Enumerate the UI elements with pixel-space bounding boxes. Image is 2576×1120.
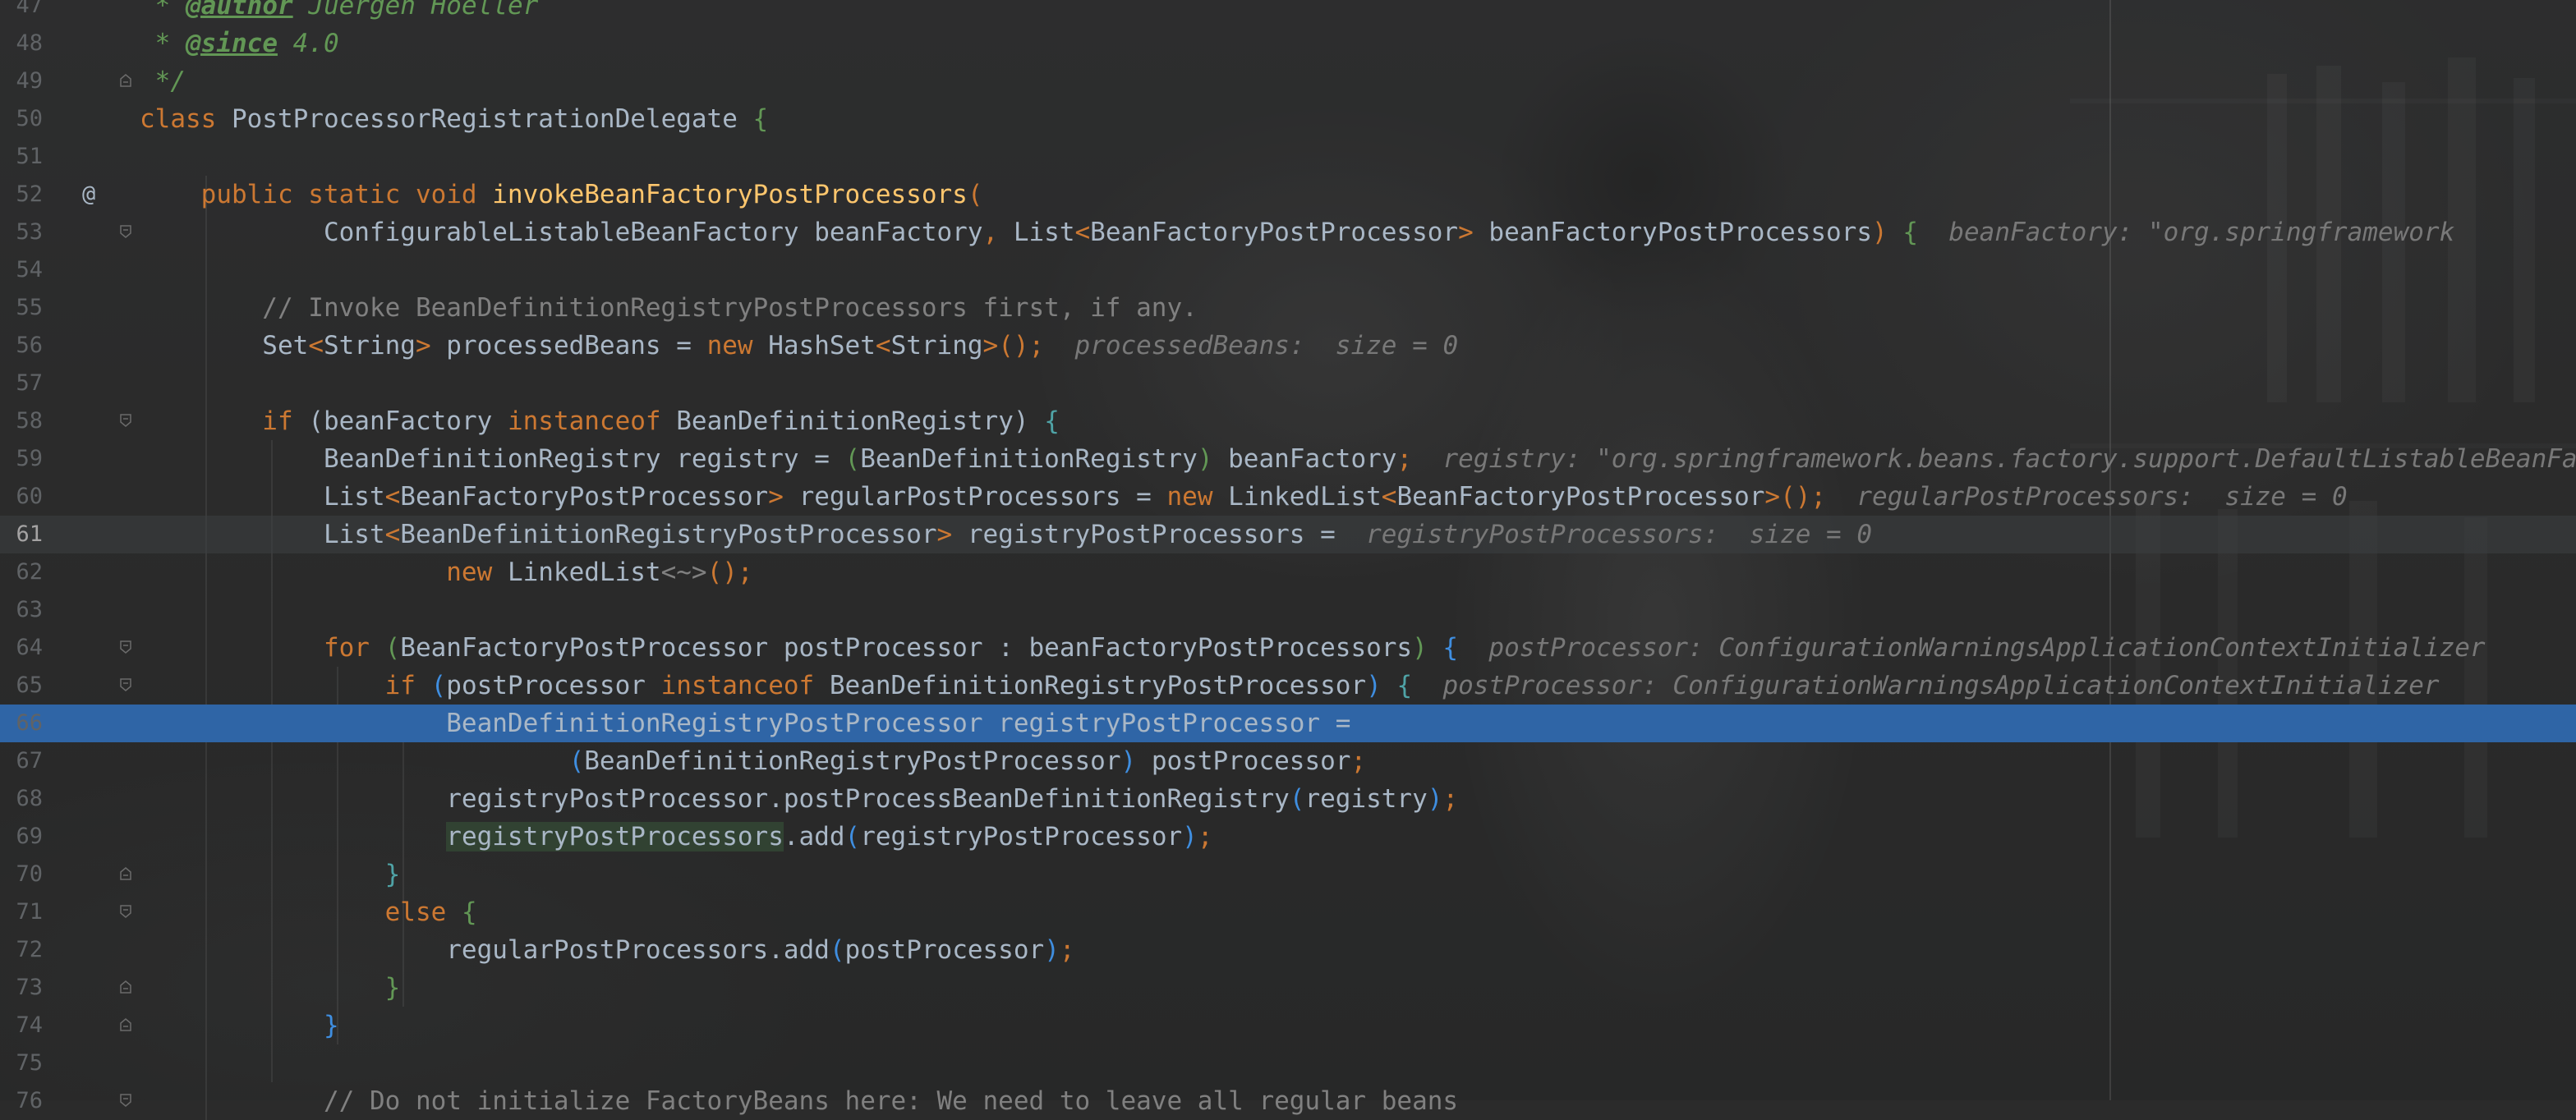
line-number[interactable]: 53 xyxy=(0,213,43,251)
line-number[interactable]: 55 xyxy=(0,289,43,327)
line-number[interactable]: 47 xyxy=(0,0,43,25)
line-number[interactable]: 49 xyxy=(0,62,43,100)
code-line-57[interactable]: 57 xyxy=(0,365,2576,402)
code-text[interactable]: Set<String> processedBeans = new HashSet… xyxy=(140,327,1458,365)
line-number[interactable]: 66 xyxy=(0,705,43,742)
code-text[interactable]: public static void invokeBeanFactoryPost… xyxy=(140,176,983,213)
line-number[interactable]: 65 xyxy=(0,667,43,705)
code-line-67[interactable]: 67 (BeanDefinitionRegistryPostProcessor)… xyxy=(0,742,2576,780)
code-text[interactable]: // Invoke BeanDefinitionRegistryPostProc… xyxy=(140,289,1198,327)
code-text[interactable]: List<BeanFactoryPostProcessor> regularPo… xyxy=(140,478,2348,516)
code-line-64[interactable]: 64 for (BeanFactoryPostProcessor postPro… xyxy=(0,629,2576,667)
line-number[interactable]: 74 xyxy=(0,1007,43,1044)
code-line-62[interactable]: 62 new LinkedList<~>(); xyxy=(0,553,2576,591)
code-text[interactable]: ConfigurableListableBeanFactory beanFact… xyxy=(140,213,2454,251)
line-number[interactable]: 50 xyxy=(0,100,43,138)
line-number[interactable]: 48 xyxy=(0,25,43,62)
line-number[interactable]: 51 xyxy=(0,138,43,176)
code-text[interactable]: */ xyxy=(140,62,186,100)
code-text[interactable]: registryPostProcessor.postProcessBeanDef… xyxy=(140,780,1458,818)
line-number[interactable]: 54 xyxy=(0,251,43,289)
override-marker-icon[interactable]: @ xyxy=(82,176,95,213)
line-number[interactable]: 70 xyxy=(0,856,43,893)
line-number[interactable]: 60 xyxy=(0,478,43,516)
code-text[interactable]: if (beanFactory instanceof BeanDefinitio… xyxy=(140,402,1060,440)
code-text[interactable]: class PostProcessorRegistrationDelegate … xyxy=(140,100,768,138)
code-text[interactable]: } xyxy=(140,856,401,893)
code-line-53[interactable]: 53 ConfigurableListableBeanFactory beanF… xyxy=(0,213,2576,251)
line-number[interactable]: 72 xyxy=(0,931,43,969)
line-number[interactable]: 58 xyxy=(0,402,43,440)
fold-icon[interactable] xyxy=(120,678,131,691)
line-number[interactable]: 76 xyxy=(0,1082,43,1120)
code-line-50[interactable]: 50 class PostProcessorRegistrationDelegat… xyxy=(0,100,2576,138)
code-text[interactable]: } xyxy=(140,969,401,1007)
code-text[interactable]: (BeanDefinitionRegistryPostProcessor) po… xyxy=(140,742,1367,780)
code-line-56[interactable]: 56 Set<String> processedBeans = new Hash… xyxy=(0,327,2576,365)
code-line-66[interactable]: 66 BeanDefinitionRegistryPostProcessor r… xyxy=(0,705,2576,742)
line-number[interactable]: 59 xyxy=(0,440,43,478)
line-number[interactable]: 64 xyxy=(0,629,43,667)
fold-icon[interactable] xyxy=(120,1094,131,1107)
line-number[interactable]: 68 xyxy=(0,780,43,818)
code-line-71[interactable]: 71 else { xyxy=(0,893,2576,931)
code-line-63[interactable]: 63 xyxy=(0,591,2576,629)
code-line-72[interactable]: 72 regularPostProcessors.add(postProcess… xyxy=(0,931,2576,969)
line-number[interactable]: 62 xyxy=(0,553,43,591)
fold-icon[interactable] xyxy=(120,414,131,427)
fold-icon[interactable] xyxy=(120,980,131,994)
code-text[interactable]: for (BeanFactoryPostProcessor postProces… xyxy=(140,629,2486,667)
code-text[interactable]: List<BeanDefinitionRegistryPostProcessor… xyxy=(140,516,1872,553)
code-line-69[interactable]: 69 registryPostProcessors.add(registryPo… xyxy=(0,818,2576,856)
code-text[interactable]: // Do not initialize FactoryBeans here: … xyxy=(140,1082,1458,1120)
fold-icon[interactable] xyxy=(120,905,131,918)
code-text[interactable]: * @since 4.0 xyxy=(140,25,339,62)
fold-icon[interactable] xyxy=(120,225,131,238)
code-line-54[interactable]: 54 xyxy=(0,251,2576,289)
line-number[interactable]: 63 xyxy=(0,591,43,629)
code-line-74[interactable]: 74 } xyxy=(0,1007,2576,1044)
code-line-55[interactable]: 55 // Invoke BeanDefinitionRegistryPostP… xyxy=(0,289,2576,327)
line-number[interactable]: 67 xyxy=(0,742,43,780)
code-line-52[interactable]: 52 @ public static void invokeBeanFactory… xyxy=(0,176,2576,213)
code-line-65[interactable]: 65 if (postProcessor instanceof BeanDefi… xyxy=(0,667,2576,705)
code-line-49[interactable]: 49 */ xyxy=(0,62,2576,100)
line-number[interactable]: 73 xyxy=(0,969,43,1007)
line-number[interactable]: 71 xyxy=(0,893,43,931)
line-number[interactable]: 61 xyxy=(0,516,43,553)
line-number[interactable]: 75 xyxy=(0,1044,43,1082)
fold-icon[interactable] xyxy=(120,640,131,654)
fold-icon[interactable] xyxy=(120,74,131,87)
code-text[interactable]: regularPostProcessors.add(postProcessor)… xyxy=(140,931,1074,969)
code-line-60[interactable]: 60 List<BeanFactoryPostProcessor> regula… xyxy=(0,478,2576,516)
code-text[interactable]: registryPostProcessors.add(registryPostP… xyxy=(140,818,1213,856)
line-number[interactable]: 56 xyxy=(0,327,43,365)
code-line-58[interactable]: 58 if (beanFactory instanceof BeanDefini… xyxy=(0,402,2576,440)
code-line-59[interactable]: 59 BeanDefinitionRegistry registry = (Be… xyxy=(0,440,2576,478)
code-text[interactable]: if (postProcessor instanceof BeanDefinit… xyxy=(140,667,2440,705)
code-line-48[interactable]: 48 * @since 4.0 xyxy=(0,25,2576,62)
code-text[interactable]: BeanDefinitionRegistry registry = (BeanD… xyxy=(140,440,2576,478)
code-text[interactable]: * @author Juergen Hoeller xyxy=(140,0,539,25)
code-text[interactable]: else { xyxy=(140,893,477,931)
code-line-73[interactable]: 73 } xyxy=(0,969,2576,1007)
fold-icon[interactable] xyxy=(120,1018,131,1031)
code-text[interactable]: new LinkedList<~>(); xyxy=(140,553,752,591)
code-line-70[interactable]: 70 } xyxy=(0,856,2576,893)
code-line-75[interactable]: 75 xyxy=(0,1044,2576,1082)
fold-icon[interactable] xyxy=(120,867,131,880)
line-number[interactable]: 57 xyxy=(0,365,43,402)
code-line-61[interactable]: 61 List<BeanDefinitionRegistryPostProces… xyxy=(0,516,2576,553)
code-line-76[interactable]: 76 // Do not initialize FactoryBeans her… xyxy=(0,1082,2576,1120)
line-number[interactable]: 69 xyxy=(0,818,43,856)
code-text[interactable]: BeanDefinitionRegistryPostProcessor regi… xyxy=(140,705,1350,742)
code-text[interactable]: } xyxy=(140,1007,339,1044)
code-line-47[interactable]: 47 * @author Juergen Hoeller xyxy=(0,0,2576,25)
line-number[interactable]: 52 xyxy=(0,176,43,213)
code-line-68[interactable]: 68 registryPostProcessor.postProcessBean… xyxy=(0,780,2576,818)
code-line-51[interactable]: 51 xyxy=(0,138,2576,176)
